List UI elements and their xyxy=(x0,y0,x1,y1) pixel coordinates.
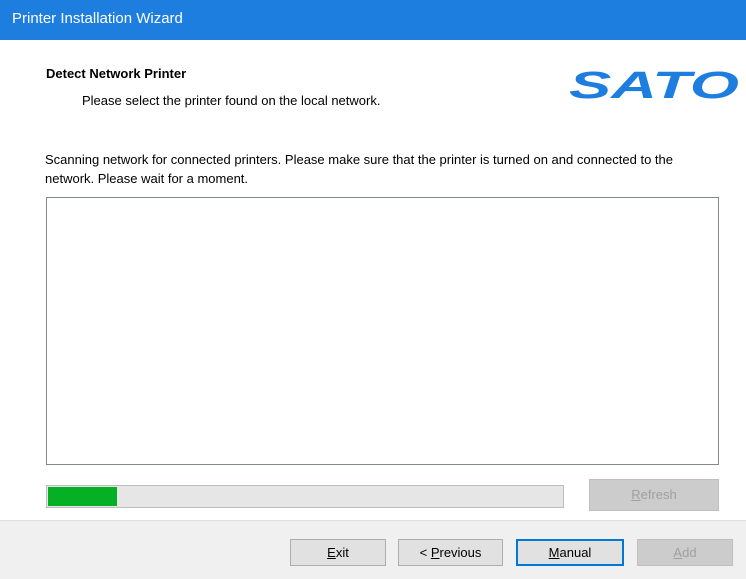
page-title: Detect Network Printer xyxy=(46,66,187,81)
scan-progress-bar xyxy=(46,485,564,508)
progress-fill xyxy=(48,487,117,506)
title-bar: Printer Installation Wizard xyxy=(0,0,746,40)
window-title: Printer Installation Wizard xyxy=(12,10,183,27)
manual-button[interactable]: Manual xyxy=(516,539,624,566)
add-button[interactable]: Add xyxy=(637,539,733,566)
sato-logo: SATO xyxy=(569,65,739,104)
scan-description: Scanning network for connected printers.… xyxy=(45,152,673,186)
page-subtitle: Please select the printer found on the l… xyxy=(82,93,381,108)
exit-button[interactable]: Exit xyxy=(290,539,386,566)
previous-button[interactable]: < Previous xyxy=(398,539,503,566)
refresh-button[interactable]: Refresh xyxy=(589,479,719,511)
printer-list[interactable] xyxy=(46,197,719,465)
logo-text: SATO xyxy=(569,65,739,104)
